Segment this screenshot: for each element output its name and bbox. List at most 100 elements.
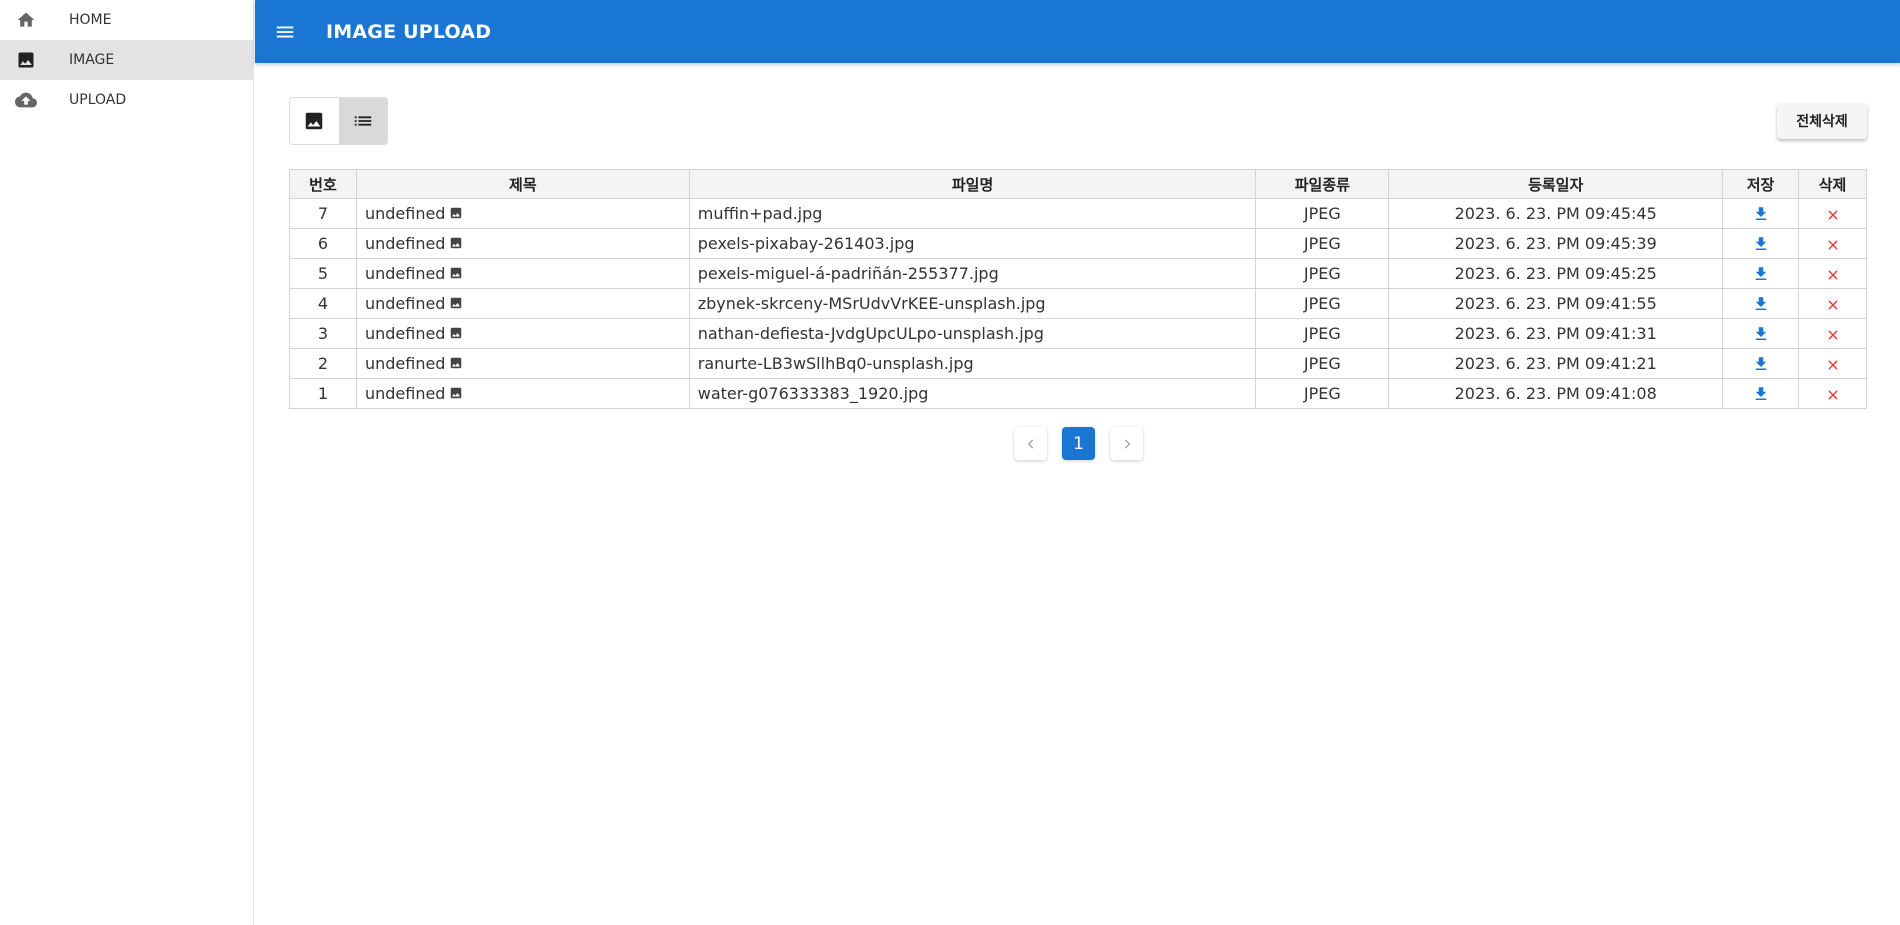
cell-filename: zbynek-skrceny-MSrUdvVrKEE-unsplash.jpg (688, 288, 1257, 319)
cell-no: 7 (289, 198, 357, 229)
table-row: 2 undefined ranurte-LB3wSllhBq0-unsplash.j… (289, 348, 1867, 379)
sidebar-item-home[interactable]: HOME (0, 0, 253, 40)
cell-filename: water-g076333383_1920.jpg (688, 378, 1257, 409)
cell-filetype: JPEG (1255, 378, 1390, 409)
chevron-right-icon (1124, 439, 1130, 448)
cell-filetype: JPEG (1255, 198, 1390, 229)
list-icon (354, 116, 371, 126)
table-row: 1 undefined water-g076333383_1920.jpg JPEG 2… (289, 378, 1867, 409)
cell-no: 2 (289, 348, 357, 379)
download-icon[interactable] (1752, 295, 1770, 313)
cell-no: 3 (289, 318, 357, 349)
cell-title: undefined (355, 378, 690, 409)
cell-filename: ranurte-LB3wSllhBq0-unsplash.jpg (688, 348, 1257, 379)
sidebar-item-upload[interactable]: UPLOAD (0, 80, 253, 120)
cell-save (1722, 378, 1799, 409)
cell-title: undefined (355, 318, 690, 349)
download-icon[interactable] (1752, 385, 1770, 403)
close-icon[interactable] (1826, 388, 1840, 402)
cell-save (1722, 318, 1799, 349)
close-icon[interactable] (1826, 358, 1840, 372)
next-page-button[interactable] (1110, 427, 1143, 460)
title-text: undefined (364, 203, 446, 223)
download-icon[interactable] (1752, 205, 1770, 223)
cell-title: undefined (355, 288, 690, 319)
table-row: 3 undefined nathan-defiesta-JvdgUpcULpo-un… (289, 318, 1867, 349)
column-header-filetype: 파일종류 (1255, 169, 1390, 199)
cell-date: 2023. 6. 23. PM 09:45:45 (1388, 198, 1724, 229)
delete-all-button[interactable]: 전체삭제 (1777, 103, 1867, 139)
page-title: IMAGE UPLOAD (326, 20, 492, 43)
download-icon[interactable] (1752, 355, 1770, 373)
cell-delete (1798, 288, 1867, 319)
image-icon (449, 235, 463, 254)
sidebar-item-label: IMAGE (69, 52, 115, 68)
close-icon[interactable] (1826, 238, 1840, 252)
cell-filename: pexels-miguel-á-padriñán-255377.jpg (688, 258, 1257, 289)
cell-filename: pexels-pixabay-261403.jpg (688, 228, 1257, 259)
cell-save (1722, 198, 1799, 229)
cell-delete (1798, 348, 1867, 379)
download-icon[interactable] (1752, 235, 1770, 253)
image-icon (449, 265, 463, 284)
column-header-date: 등록일자 (1388, 169, 1724, 199)
title-text: undefined (364, 353, 446, 373)
cell-save (1722, 258, 1799, 289)
column-header-save: 저장 (1722, 169, 1799, 199)
image-icon (15, 49, 37, 71)
cell-date: 2023. 6. 23. PM 09:41:31 (1388, 318, 1724, 349)
column-header-title: 제목 (355, 169, 690, 199)
image-icon (449, 205, 463, 224)
image-icon (449, 295, 463, 314)
download-icon[interactable] (1752, 265, 1770, 283)
cell-delete (1798, 378, 1867, 409)
title-text: undefined (364, 323, 446, 343)
cell-title: undefined (355, 258, 690, 289)
cell-delete (1798, 318, 1867, 349)
cell-filename: nathan-defiesta-JvdgUpcULpo-unsplash.jpg (688, 318, 1257, 349)
image-icon (449, 355, 463, 374)
close-icon[interactable] (1826, 298, 1840, 312)
cell-filetype: JPEG (1255, 348, 1390, 379)
cell-title: undefined (355, 348, 690, 379)
cell-filetype: JPEG (1255, 288, 1390, 319)
sidebar-item-image[interactable]: IMAGE (0, 40, 253, 80)
table-row: 7 undefined muffin+pad.jpg JPEG 2023. 6. 23.… (289, 198, 1867, 229)
column-header-filename: 파일명 (688, 169, 1257, 199)
title-text: undefined (364, 383, 446, 403)
cell-date: 2023. 6. 23. PM 09:41:08 (1388, 378, 1724, 409)
cell-filetype: JPEG (1255, 258, 1390, 289)
home-icon (15, 9, 37, 31)
cell-title: undefined (355, 198, 690, 229)
close-icon[interactable] (1826, 268, 1840, 282)
grid-view-toggle[interactable] (290, 98, 339, 144)
close-icon[interactable] (1826, 208, 1840, 222)
download-icon[interactable] (1752, 325, 1770, 343)
page-button-current[interactable]: 1 (1062, 427, 1095, 460)
app-header: IMAGE UPLOAD (255, 0, 1900, 63)
image-icon (306, 112, 323, 130)
cell-date: 2023. 6. 23. PM 09:45:39 (1388, 228, 1724, 259)
column-header-delete: 삭제 (1798, 169, 1867, 199)
cell-no: 6 (289, 228, 357, 259)
cell-delete (1798, 228, 1867, 259)
file-table: 번호 제목 파일명 파일종류 등록일자 저장 삭제 7 undefined muff… (289, 169, 1867, 409)
table-header-row: 번호 제목 파일명 파일종류 등록일자 저장 삭제 (289, 169, 1867, 199)
cell-save (1722, 348, 1799, 379)
sidebar-item-label: HOME (69, 12, 112, 28)
chevron-left-icon (1027, 439, 1033, 448)
cell-filename: muffin+pad.jpg (688, 198, 1257, 229)
cell-delete (1798, 198, 1867, 229)
cell-no: 5 (289, 258, 357, 289)
column-header-no: 번호 (289, 169, 357, 199)
cell-save (1722, 288, 1799, 319)
sidebar-item-label: UPLOAD (69, 92, 127, 108)
list-view-toggle[interactable] (338, 98, 387, 144)
prev-page-button[interactable] (1014, 427, 1047, 460)
cell-title: undefined (355, 228, 690, 259)
menu-icon[interactable] (272, 19, 298, 45)
cell-delete (1798, 258, 1867, 289)
title-text: undefined (364, 233, 446, 253)
cell-date: 2023. 6. 23. PM 09:45:25 (1388, 258, 1724, 289)
close-icon[interactable] (1826, 328, 1840, 342)
